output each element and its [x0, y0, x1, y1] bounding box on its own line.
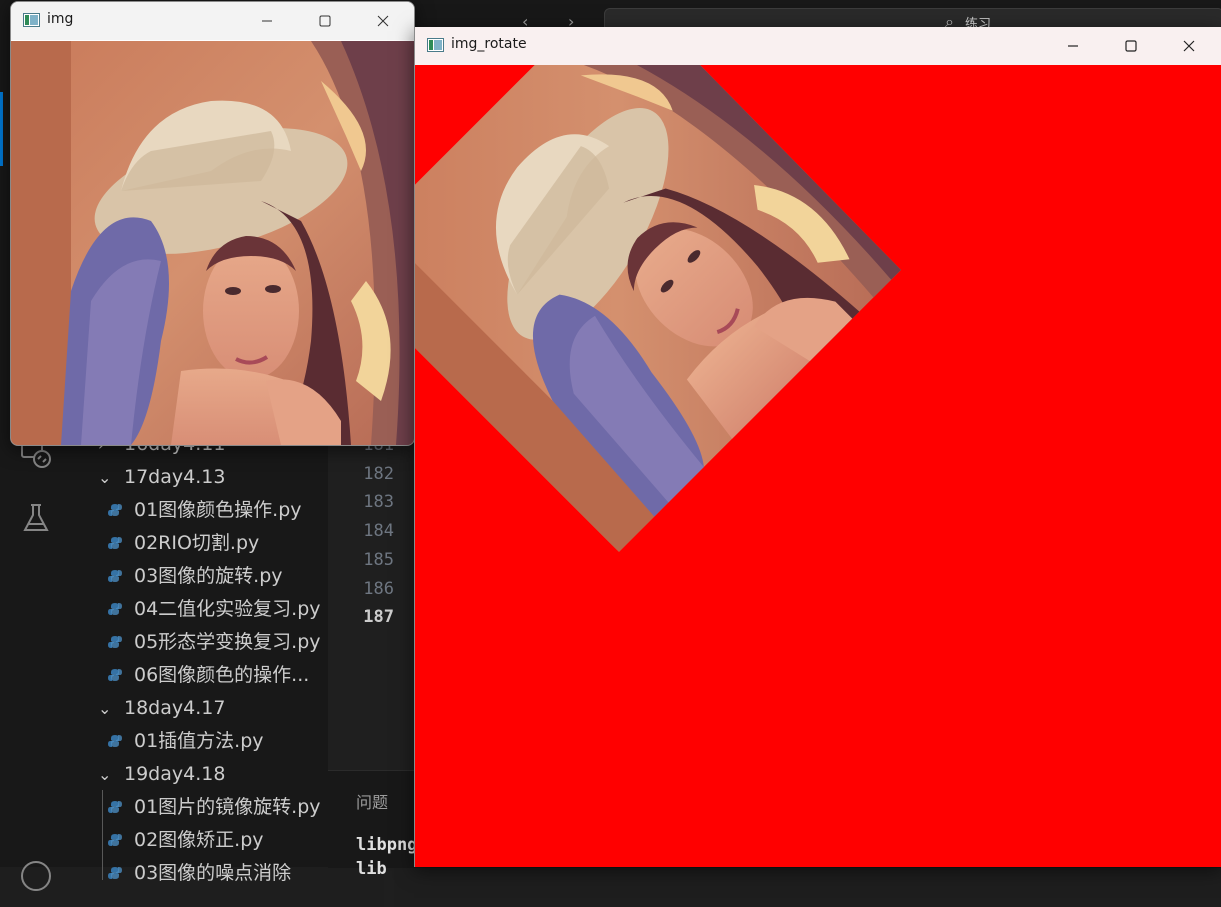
chevron-down-icon: ⌄ — [98, 699, 112, 718]
maximize-button[interactable] — [1102, 27, 1160, 65]
maximize-icon — [319, 15, 331, 27]
tab-problems[interactable]: 问题 — [356, 789, 388, 813]
terminal-output-line: lib — [356, 859, 387, 879]
opencv-window-img-rotate[interactable]: img_rotate — [414, 27, 1221, 867]
explorer-file[interactable]: 04二值化实验复习.py — [72, 593, 328, 626]
explorer-file[interactable]: 03图像的噪点消除 — [72, 857, 328, 890]
python-file-icon — [108, 603, 122, 615]
file-label: 04二值化实验复习.py — [134, 598, 321, 620]
python-file-icon — [108, 669, 122, 681]
close-button[interactable] — [1160, 27, 1218, 65]
file-label: 03图像的噪点消除 — [134, 862, 292, 884]
explorer-file[interactable]: 02RIO切割.py — [72, 527, 328, 560]
line-number: 186 — [363, 578, 394, 599]
rotated-image-display — [415, 65, 1221, 867]
close-button[interactable] — [354, 2, 412, 40]
maximize-button[interactable] — [296, 2, 354, 40]
minimize-button[interactable] — [238, 2, 296, 40]
active-view-indicator — [0, 92, 3, 166]
file-label: 06图像颜色的操作... — [134, 664, 310, 686]
image-display — [11, 41, 414, 445]
file-label: 01图像颜色操作.py — [134, 499, 302, 521]
python-file-icon — [108, 834, 122, 846]
testing-flask-icon[interactable] — [18, 500, 54, 536]
python-file-icon — [108, 636, 122, 648]
folder-label: 19day4.18 — [124, 763, 226, 785]
python-file-icon — [108, 735, 122, 747]
explorer-file[interactable]: 03图像的旋转.py — [72, 560, 328, 593]
python-file-icon — [108, 867, 122, 879]
explorer-file[interactable]: 05形态学变换复习.py — [72, 626, 328, 659]
close-icon — [377, 15, 389, 27]
explorer-file[interactable]: 01图片的镜像旋转.py — [72, 791, 328, 824]
file-label: 03图像的旋转.py — [134, 565, 283, 587]
line-number: 185 — [363, 549, 394, 570]
app-image-icon — [427, 38, 444, 52]
explorer-file[interactable]: 02图像矫正.py — [72, 824, 328, 857]
python-file-icon — [108, 801, 122, 813]
line-number: 187 — [363, 607, 394, 628]
explorer-file[interactable]: 01图像颜色操作.py — [72, 494, 328, 527]
line-number: 184 — [363, 521, 394, 542]
file-label: 05形态学变换复习.py — [134, 631, 321, 653]
lena-photo — [11, 41, 414, 445]
terminal-output-line: libpng — [356, 835, 418, 855]
window-title: img — [47, 11, 74, 27]
line-number: 182 — [363, 463, 394, 484]
explorer-folder[interactable]: ⌄ 19day4.18 — [72, 758, 328, 791]
folder-label: 17day4.13 — [124, 466, 226, 488]
window-titlebar[interactable]: img — [11, 2, 414, 40]
minimize-icon — [262, 20, 272, 22]
close-icon — [1183, 40, 1195, 52]
minimize-button[interactable] — [1044, 27, 1102, 65]
chevron-down-icon: ⌄ — [98, 468, 112, 487]
app-image-icon — [23, 13, 40, 27]
explorer-file[interactable]: 01插值方法.py — [72, 725, 328, 758]
minimize-icon — [1068, 45, 1078, 47]
file-label: 02RIO切割.py — [134, 532, 260, 554]
python-file-icon — [108, 537, 122, 549]
folder-label: 18day4.17 — [124, 697, 226, 719]
maximize-icon — [1125, 40, 1137, 52]
explorer-file[interactable]: 06图像颜色的操作... — [72, 659, 328, 692]
line-number: 183 — [363, 492, 394, 513]
account-icon[interactable] — [18, 858, 54, 894]
file-label: 02图像矫正.py — [134, 829, 264, 851]
python-file-icon — [108, 504, 122, 516]
window-title: img_rotate — [451, 36, 527, 52]
python-file-icon — [108, 570, 122, 582]
opencv-window-img[interactable]: img — [10, 1, 415, 446]
explorer-folder[interactable]: ⌄ 18day4.17 — [72, 692, 328, 725]
file-label: 01插值方法.py — [134, 730, 264, 752]
window-titlebar[interactable]: img_rotate — [415, 27, 1221, 65]
explorer-folder[interactable]: ⌄ 17day4.13 — [72, 461, 328, 494]
chevron-down-icon: ⌄ — [98, 765, 112, 784]
file-label: 01图片的镜像旋转.py — [134, 796, 321, 818]
